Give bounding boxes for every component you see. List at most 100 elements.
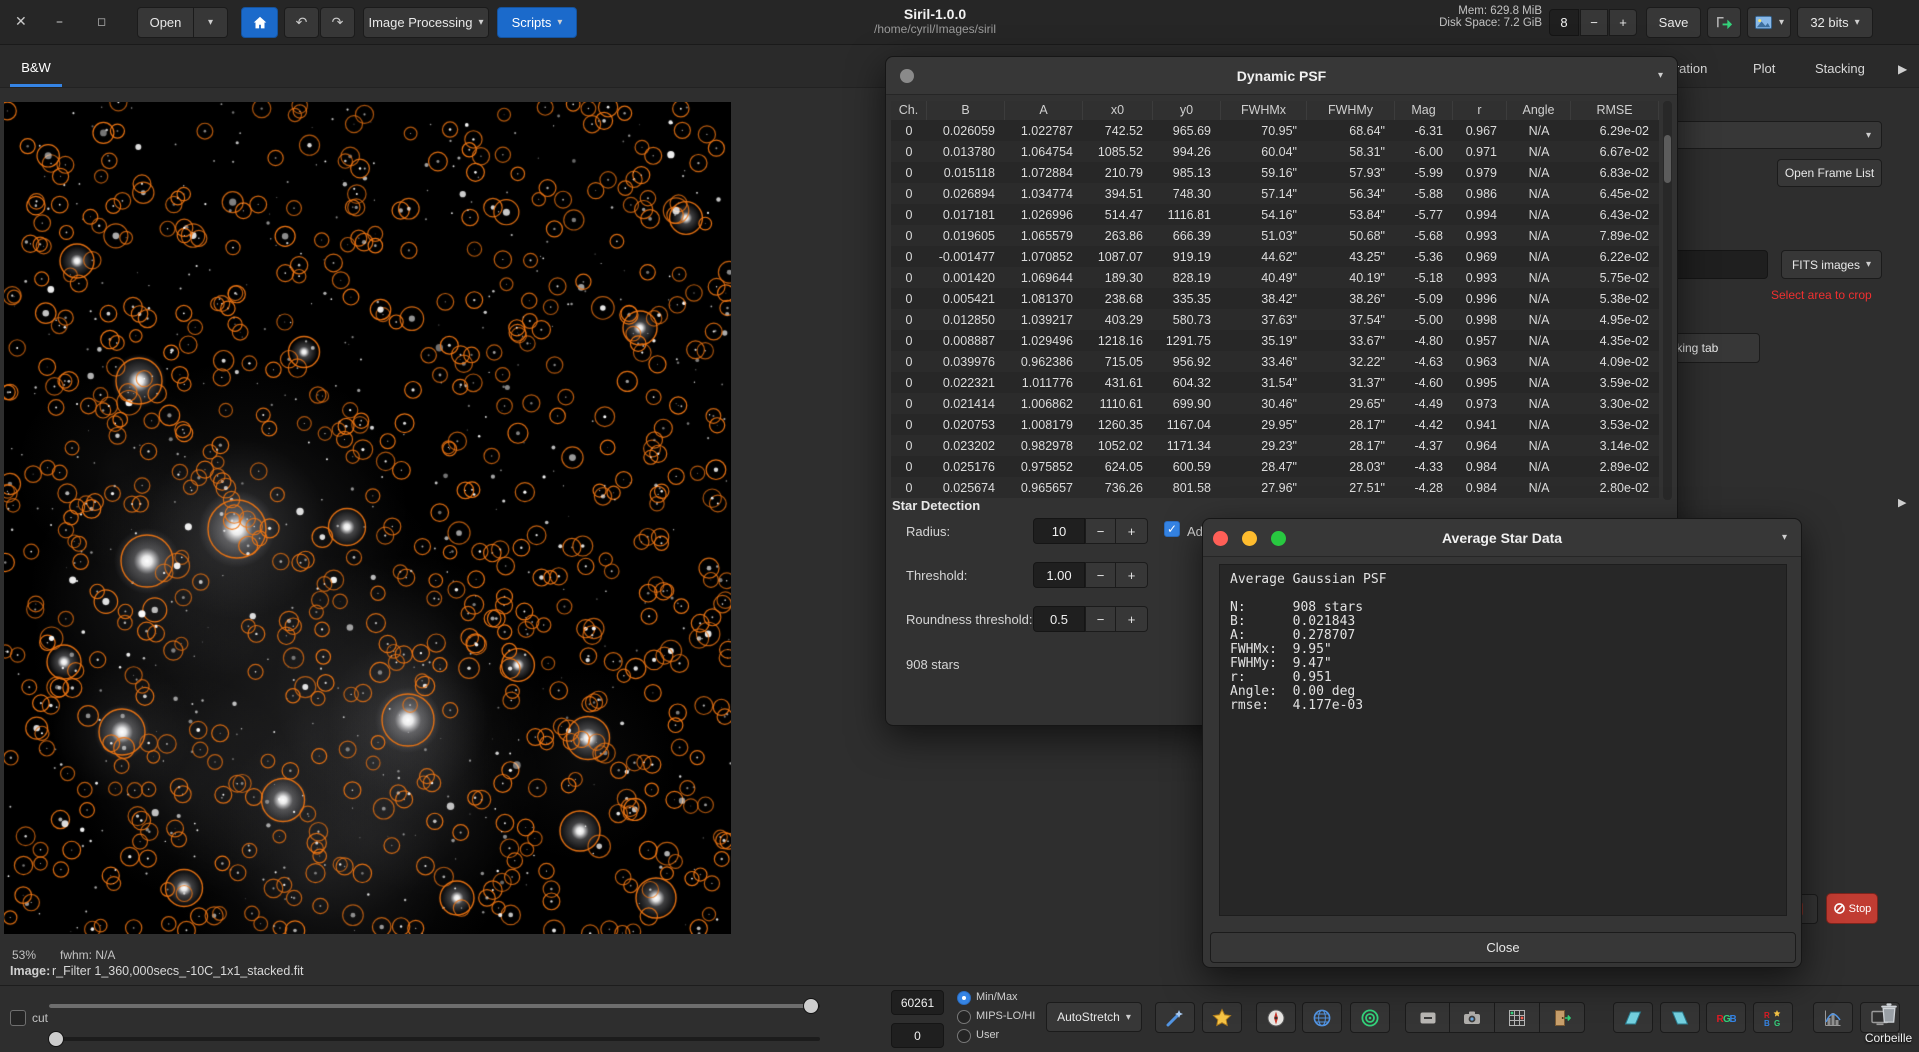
starfield-canvas[interactable] xyxy=(4,102,731,934)
radius-plus-button[interactable]: + xyxy=(1116,518,1148,544)
psf-table-row[interactable]: 00.0256740.965657736.26801.5827.96"27.51… xyxy=(891,477,1659,498)
psf-table-row[interactable]: 00.0223211.011776431.61604.3231.54"31.37… xyxy=(891,372,1659,393)
hi-value-input[interactable]: 60261 xyxy=(891,990,944,1015)
shear-right-button[interactable] xyxy=(1660,1002,1700,1033)
dynamic-psf-titlebar[interactable]: Dynamic PSF ▾ xyxy=(886,57,1677,95)
psf-table-row[interactable]: 00.0137801.0647541085.52994.2660.04"58.3… xyxy=(891,141,1659,162)
autostretch-dropdown[interactable]: AutoStretch ▾ xyxy=(1046,1002,1142,1032)
adjust-checkbox[interactable]: ✓ xyxy=(1164,521,1180,537)
psf-column-header[interactable]: Angle xyxy=(1507,101,1571,120)
shear-left-button[interactable] xyxy=(1613,1002,1653,1033)
snapshot-camera-button[interactable] xyxy=(1450,1002,1495,1033)
close-traffic-light-icon[interactable] xyxy=(1213,531,1228,546)
minmax-radio[interactable] xyxy=(957,991,971,1005)
tab-plot[interactable]: Plot xyxy=(1753,61,1775,76)
hi-slider[interactable] xyxy=(49,1004,820,1008)
window-minimize-icon[interactable]: – xyxy=(56,15,63,29)
psf-table-row[interactable]: 00.0196051.065579263.86666.3951.03"50.68… xyxy=(891,225,1659,246)
open-frame-list-button[interactable]: Open Frame List xyxy=(1777,159,1882,187)
threshold-input[interactable]: 1.00 xyxy=(1033,562,1085,588)
export-button[interactable] xyxy=(1707,7,1741,38)
photometry-star-button[interactable] xyxy=(1202,1002,1242,1033)
mips-lohi-radio[interactable] xyxy=(957,1010,971,1024)
open-button[interactable]: Open xyxy=(137,7,194,38)
cut-checkbox[interactable] xyxy=(10,1010,26,1026)
minimize-traffic-light-icon[interactable] xyxy=(1242,531,1257,546)
exit-door-button[interactable] xyxy=(1540,1002,1585,1033)
redo-button[interactable]: ↷ xyxy=(320,7,355,38)
maximize-traffic-light-icon[interactable] xyxy=(1271,531,1286,546)
lo-slider-handle[interactable] xyxy=(48,1031,64,1047)
home-button[interactable] xyxy=(241,7,278,38)
trash-desktop-icon[interactable]: Corbeille xyxy=(1858,1000,1919,1045)
image-processing-button[interactable]: Image Processing ▾ xyxy=(363,7,489,38)
hi-slider-handle[interactable] xyxy=(803,998,819,1014)
psf-table-row[interactable]: 0-0.0014771.0708521087.07919.1944.62"43.… xyxy=(891,246,1659,267)
histogram-button[interactable] xyxy=(1813,1002,1853,1033)
user-radio[interactable] xyxy=(957,1029,971,1043)
psf-table-row[interactable]: 00.0088871.0294961218.161291.7535.19"33.… xyxy=(891,330,1659,351)
psf-table-row[interactable]: 00.0171811.026996514.471116.8154.16"53.8… xyxy=(891,204,1659,225)
panel-expand-chevron-icon[interactable]: ▶ xyxy=(1898,496,1906,509)
psf-table-row[interactable]: 00.0260591.022787742.52965.6970.95"68.64… xyxy=(891,120,1659,141)
psf-table-row[interactable]: 00.0399760.962386715.05956.9233.46"32.22… xyxy=(891,351,1659,372)
dialog-menu-caret-icon[interactable]: ▾ xyxy=(1782,532,1787,543)
psf-column-header[interactable]: B xyxy=(927,101,1005,120)
close-button[interactable]: Close xyxy=(1210,932,1796,963)
tab-stacking[interactable]: Stacking xyxy=(1815,61,1865,76)
target-button[interactable] xyxy=(1350,1002,1390,1033)
dialog-menu-caret-icon[interactable]: ▾ xyxy=(1658,70,1663,81)
psf-column-header[interactable]: r xyxy=(1453,101,1507,120)
compass-button[interactable] xyxy=(1256,1002,1296,1033)
psf-table-row[interactable]: 00.0232020.9829781052.021171.3429.23"28.… xyxy=(891,435,1659,456)
psf-column-header[interactable]: x0 xyxy=(1083,101,1153,120)
scripts-button[interactable]: Scripts ▾ xyxy=(497,7,577,38)
psf-table-row[interactable]: 00.0054211.081370238.68335.3538.42"38.26… xyxy=(891,288,1659,309)
lo-value-input[interactable]: 0 xyxy=(891,1023,944,1048)
snapshot-dropdown-button[interactable]: ▾ xyxy=(1747,7,1791,38)
grid-button[interactable] xyxy=(1495,1002,1540,1033)
psf-table-scrollbar[interactable] xyxy=(1663,101,1672,500)
scrollbar-thumb[interactable] xyxy=(1664,135,1671,183)
psf-column-header[interactable]: FWHMx xyxy=(1221,101,1307,120)
window-restore-icon[interactable]: ◻ xyxy=(97,16,106,27)
psf-table-row[interactable]: 00.0268941.034774394.51748.3057.14"56.34… xyxy=(891,183,1659,204)
psf-column-header[interactable]: y0 xyxy=(1153,101,1221,120)
psf-column-header[interactable]: FWHMy xyxy=(1307,101,1395,120)
average-titlebar[interactable]: Average Star Data ▾ xyxy=(1203,519,1801,557)
save-button[interactable]: Save xyxy=(1646,7,1701,38)
tabs-overflow-chevron-icon[interactable]: ▶ xyxy=(1898,62,1907,76)
psf-table-row[interactable]: 00.0214141.0068621110.61699.9030.46"29.6… xyxy=(891,393,1659,414)
threshold-plus-button[interactable]: + xyxy=(1116,562,1148,588)
psf-column-header[interactable]: Mag xyxy=(1395,101,1453,120)
psf-table-row[interactable]: 00.0151181.072884210.79985.1359.16"57.93… xyxy=(891,162,1659,183)
undo-button[interactable]: ↶ xyxy=(284,7,319,38)
psf-column-header[interactable]: A xyxy=(1005,101,1083,120)
threads-input[interactable]: 8 xyxy=(1549,9,1579,36)
threads-plus-button[interactable]: + xyxy=(1609,9,1637,36)
magic-wand-button[interactable] xyxy=(1155,1002,1195,1033)
radius-input[interactable]: 10 xyxy=(1033,518,1085,544)
rgb-star-button[interactable]: RBG xyxy=(1753,1002,1793,1033)
window-dot-icon[interactable] xyxy=(900,69,914,83)
stop-button[interactable]: Stop xyxy=(1826,893,1878,924)
negative-view-button[interactable] xyxy=(1405,1002,1450,1033)
bit-depth-dropdown[interactable]: 32 bits ▾ xyxy=(1797,7,1873,38)
rgb-align-button[interactable]: RGB xyxy=(1706,1002,1746,1033)
psf-table-row[interactable]: 00.0207531.0081791260.351167.0429.95"28.… xyxy=(891,414,1659,435)
open-dropdown-button[interactable]: ▾ xyxy=(194,7,228,38)
threads-minus-button[interactable]: − xyxy=(1580,9,1608,36)
window-close-icon[interactable]: ✕ xyxy=(15,15,27,29)
globe-button[interactable] xyxy=(1302,1002,1342,1033)
psf-table-row[interactable]: 00.0251760.975852624.05600.5928.47"28.03… xyxy=(891,456,1659,477)
roundness-minus-button[interactable]: − xyxy=(1085,606,1116,632)
fits-images-dropdown[interactable]: FITS images ▾ xyxy=(1781,250,1882,279)
psf-table-row[interactable]: 00.0014201.069644189.30828.1940.49"40.19… xyxy=(891,267,1659,288)
roundness-input[interactable]: 0.5 xyxy=(1033,606,1085,632)
threshold-minus-button[interactable]: − xyxy=(1085,562,1116,588)
psf-column-header[interactable]: Ch. xyxy=(891,101,927,120)
psf-column-header[interactable]: RMSE xyxy=(1571,101,1659,120)
lo-slider[interactable] xyxy=(49,1037,820,1041)
tab-bw[interactable]: B&W xyxy=(10,50,62,84)
psf-table-row[interactable]: 00.0128501.039217403.29580.7337.63"37.54… xyxy=(891,309,1659,330)
